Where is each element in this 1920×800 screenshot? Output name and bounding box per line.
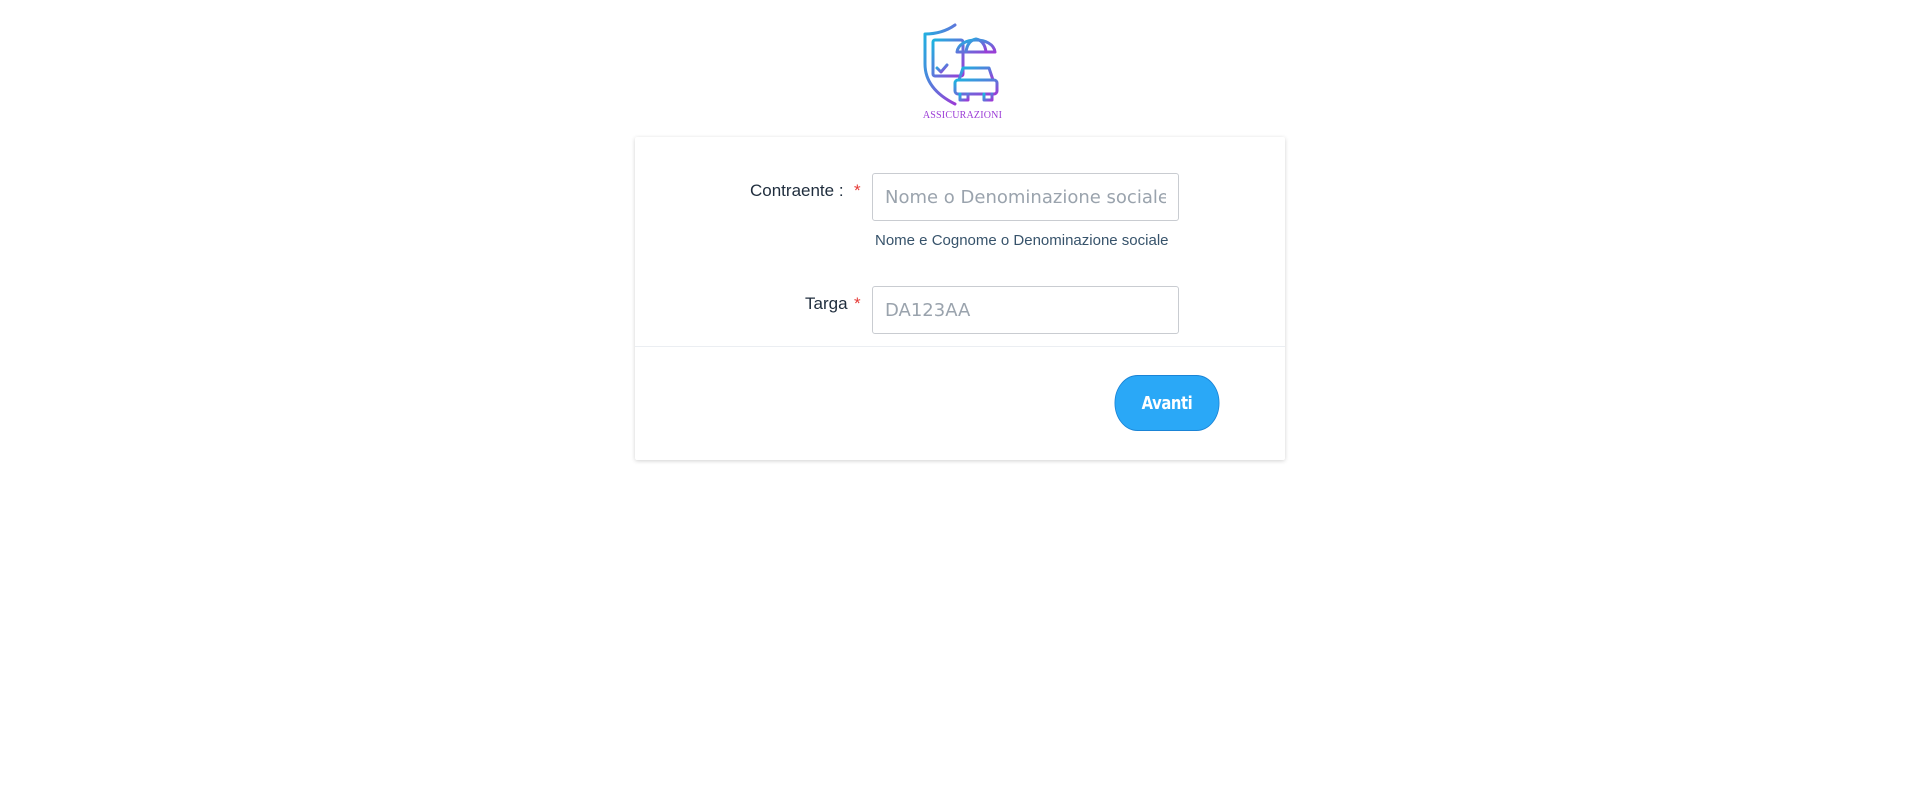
page: ASSICURAZIONI Contraente : * Nome e Cogn… <box>0 0 1920 800</box>
form-body: Contraente : * Nome e Cognome o Denomina… <box>635 137 1285 347</box>
contraente-input[interactable] <box>872 173 1179 221</box>
contraente-label: Contraente : <box>750 181 844 200</box>
avanti-button[interactable]: Avanti <box>1114 375 1220 431</box>
targa-required-mark: * <box>854 294 861 313</box>
brand-name: ASSICURAZIONI <box>922 110 1003 121</box>
insurance-shield-car-umbrella-icon <box>923 23 998 106</box>
contraente-hint: Nome e Cognome o Denominazione sociale <box>875 232 1169 249</box>
targa-input[interactable] <box>872 286 1179 334</box>
form-card: Contraente : * Nome e Cognome o Denomina… <box>635 137 1285 460</box>
targa-label: Targa <box>805 294 848 313</box>
brand-logo: ASSICURAZIONI <box>915 22 1010 122</box>
contraente-required-mark: * <box>854 181 861 200</box>
